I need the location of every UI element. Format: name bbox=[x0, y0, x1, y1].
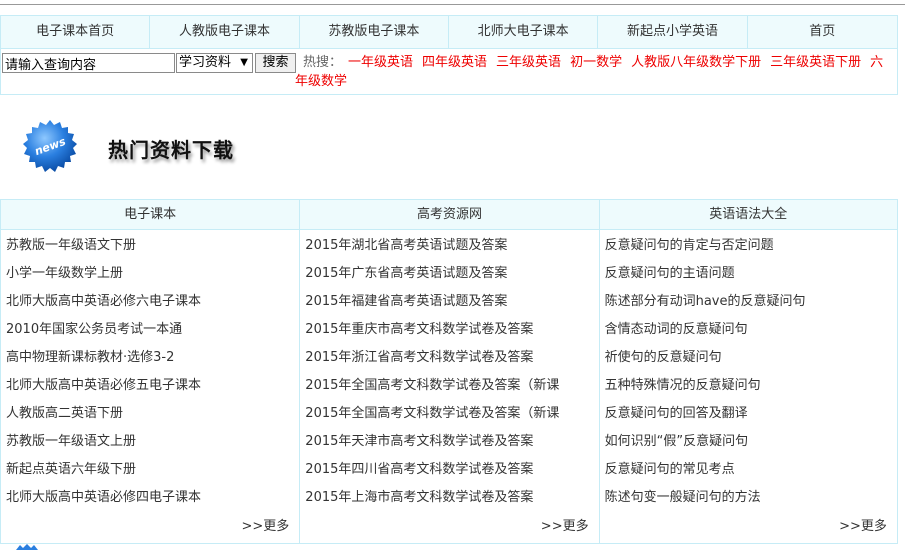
search-input[interactable] bbox=[2, 53, 175, 73]
column-gaokao: 高考资源网 2015年湖北省高考英语试题及答案 2015年广东省高考英语试题及答… bbox=[299, 199, 599, 544]
category-select[interactable]: 学习资料 ▼ bbox=[176, 53, 253, 73]
list-item[interactable]: 2015年福建省高考英语试题及答案 bbox=[300, 288, 598, 316]
list-item[interactable]: 反意疑问句的肯定与否定问题 bbox=[600, 232, 897, 260]
column-title[interactable]: 英语语法大全 bbox=[599, 200, 897, 230]
section-title: 热门资料下载 bbox=[108, 138, 234, 162]
list-item[interactable]: 五种特殊情况的反意疑问句 bbox=[600, 372, 897, 400]
hot-link[interactable]: 三年级英语 bbox=[496, 55, 561, 70]
list-item[interactable]: 2015年浙江省高考文科数学试卷及答案 bbox=[300, 344, 598, 372]
nav-item-bnu-textbook[interactable]: 北师大电子课本 bbox=[449, 16, 599, 48]
nav-item-textbook-home[interactable]: 电子课本首页 bbox=[1, 16, 151, 48]
search-button[interactable]: 搜索 bbox=[255, 53, 296, 73]
hot-link[interactable]: 三年级英语下册 bbox=[770, 55, 861, 70]
list-item[interactable]: 含情态动词的反意疑问句 bbox=[600, 316, 897, 344]
list-item[interactable]: 反意疑问句的主语问题 bbox=[600, 260, 897, 288]
top-nav: 电子课本首页 人教版电子课本 苏教版电子课本 北师大电子课本 新起点小学英语 首… bbox=[0, 15, 898, 49]
list-item[interactable]: 北师大版高中英语必修五电子课本 bbox=[1, 372, 299, 400]
list-item[interactable]: 人教版高二英语下册 bbox=[1, 400, 299, 428]
column-textbooks: 电子课本 苏教版一年级语文下册 小学一年级数学上册 北师大版高中英语必修六电子课… bbox=[0, 199, 300, 544]
list-item[interactable]: 2015年天津市高考文科数学试卷及答案 bbox=[300, 428, 598, 456]
hot-link[interactable]: 人教版八年级数学下册 bbox=[631, 55, 761, 70]
nav-item-new-starting-english[interactable]: 新起点小学英语 bbox=[598, 16, 748, 48]
chevron-down-icon: ▼ bbox=[240, 57, 248, 68]
list-item[interactable]: 新起点英语六年级下册 bbox=[1, 456, 299, 484]
list-item[interactable]: 反意疑问句的常见考点 bbox=[600, 456, 897, 484]
list-item[interactable]: 苏教版一年级语文上册 bbox=[1, 428, 299, 456]
list-item[interactable]: 2010年国家公务员考试一本通 bbox=[1, 316, 299, 344]
column-grammar: 英语语法大全 反意疑问句的肯定与否定问题 反意疑问句的主语问题 陈述部分有动词h… bbox=[598, 199, 898, 544]
column-list: 2015年湖北省高考英语试题及答案 2015年广东省高考英语试题及答案 2015… bbox=[300, 230, 598, 512]
list-item[interactable]: 2015年全国高考文科数学试卷及答案（新课 bbox=[300, 372, 598, 400]
list-item[interactable]: 如何识别“假”反意疑问句 bbox=[600, 428, 897, 456]
list-item[interactable]: 2015年湖北省高考英语试题及答案 bbox=[300, 232, 598, 260]
category-select-value: 学习资料 bbox=[179, 55, 232, 70]
column-list: 反意疑问句的肯定与否定问题 反意疑问句的主语问题 陈述部分有动词have的反意疑… bbox=[600, 230, 897, 512]
list-item[interactable]: 北师大版高中英语必修四电子课本 bbox=[1, 484, 299, 512]
next-section-badge-icon bbox=[16, 544, 38, 550]
nav-item-pep-textbook[interactable]: 人教版电子课本 bbox=[150, 16, 300, 48]
column-list: 苏教版一年级语文下册 小学一年级数学上册 北师大版高中英语必修六电子课本 201… bbox=[1, 230, 299, 512]
list-item[interactable]: 北师大版高中英语必修六电子课本 bbox=[1, 288, 299, 316]
list-item[interactable]: 高中物理新课标教材·选修3-2 bbox=[1, 344, 299, 372]
list-item[interactable]: 苏教版一年级语文下册 bbox=[1, 232, 299, 260]
list-item[interactable]: 祈使句的反意疑问句 bbox=[600, 344, 897, 372]
hot-link[interactable]: 四年级英语 bbox=[422, 55, 487, 70]
list-item[interactable]: 反意疑问句的回答及翻译 bbox=[600, 400, 897, 428]
top-divider bbox=[0, 4, 905, 5]
more-link[interactable]: >>更多 bbox=[242, 515, 290, 534]
list-item[interactable]: 陈述部分有动词have的反意疑问句 bbox=[600, 288, 897, 316]
list-item[interactable]: 小学一年级数学上册 bbox=[1, 260, 299, 288]
nav-item-sujiao-textbook[interactable]: 苏教版电子课本 bbox=[300, 16, 449, 48]
search-bar: 学习资料 ▼ 搜索 热搜： 一年级英语四年级英语三年级英语初一数学人教版八年级数学… bbox=[0, 49, 898, 95]
more-link[interactable]: >>更多 bbox=[839, 515, 887, 534]
hot-link[interactable]: 初一数学 bbox=[570, 55, 622, 70]
hot-link[interactable]: 一年级英语 bbox=[348, 55, 413, 70]
list-item[interactable]: 2015年四川省高考文科数学试卷及答案 bbox=[300, 456, 598, 484]
more-link[interactable]: >>更多 bbox=[541, 515, 589, 534]
download-columns: 电子课本 苏教版一年级语文下册 小学一年级数学上册 北师大版高中英语必修六电子课… bbox=[0, 199, 898, 544]
list-item[interactable]: 2015年全国高考文科数学试卷及答案（新课 bbox=[300, 400, 598, 428]
list-item[interactable]: 2015年广东省高考英语试题及答案 bbox=[300, 260, 598, 288]
column-title[interactable]: 电子课本 bbox=[1, 200, 300, 230]
list-item[interactable]: 2015年上海市高考文科数学试卷及答案 bbox=[300, 484, 598, 512]
column-title[interactable]: 高考资源网 bbox=[300, 200, 599, 230]
news-badge-icon: news bbox=[23, 120, 77, 172]
list-item[interactable]: 2015年重庆市高考文科数学试卷及答案 bbox=[300, 316, 598, 344]
nav-item-home[interactable]: 首页 bbox=[748, 16, 897, 48]
list-item[interactable]: 陈述句变一般疑问句的方法 bbox=[600, 484, 897, 512]
hot-search: 热搜： 一年级英语 四年级英语 三年级英语 初一数学 人教版八年级数学下册 三年级英语下册六… bbox=[295, 53, 895, 91]
hot-search-label: 热搜： bbox=[303, 55, 343, 70]
